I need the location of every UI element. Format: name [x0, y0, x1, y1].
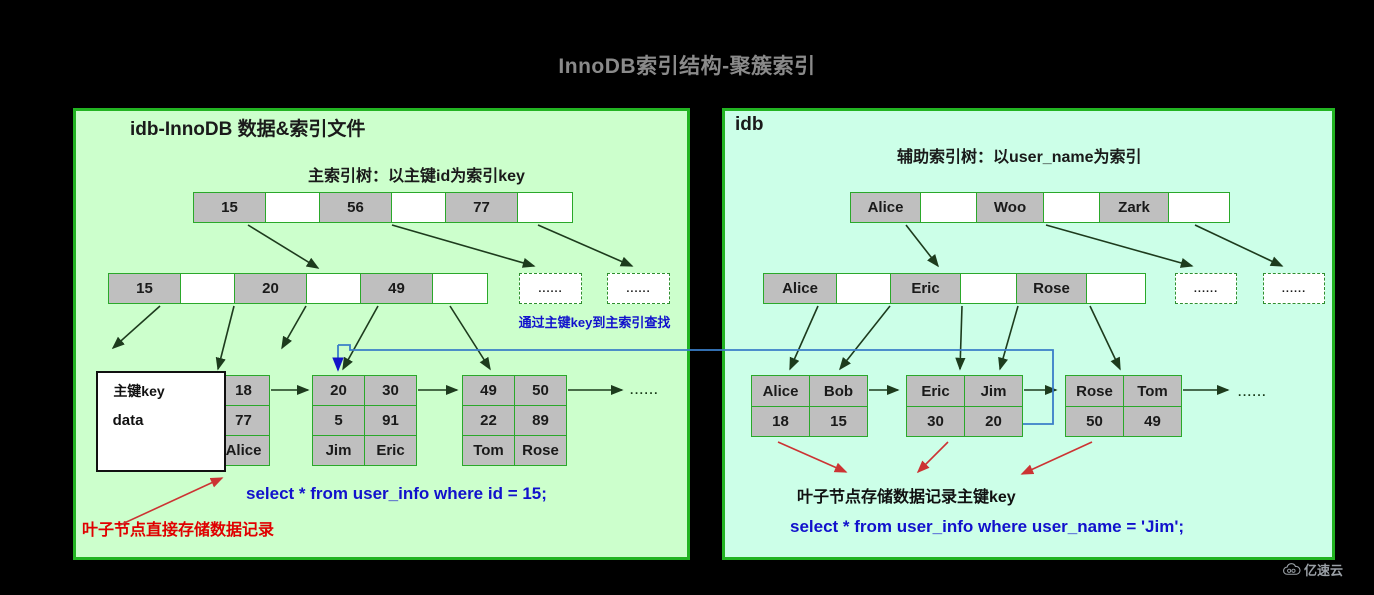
leaf-name-cell: Bob: [810, 376, 867, 407]
leaf-name-cell: Alice: [752, 376, 810, 407]
leaf-data-cell: 5: [313, 406, 365, 436]
leaf-row: 5 91: [313, 406, 416, 436]
leaf-row: 20 30: [313, 376, 416, 406]
node-key-cell: Zark: [1100, 193, 1169, 222]
leaf-row: Eric Jim: [907, 376, 1022, 407]
leaf-data-cell: 89: [515, 406, 566, 436]
right-panel-subtitle: 辅助索引树：以user_name为索引: [897, 149, 1142, 166]
leaf-pk-cell: 20: [965, 407, 1022, 436]
leaf-key-cell: 50: [515, 376, 566, 406]
node-pointer-cell: [433, 274, 487, 303]
node-key-cell: Alice: [764, 274, 837, 303]
leaf-row: Rose Tom: [1066, 376, 1181, 407]
leaf-key-cell: 49: [463, 376, 515, 406]
primary-lookup-note: 通过主键key到主索引查找: [518, 315, 671, 330]
secondary-leaf-node: Alice Bob 18 15: [751, 375, 868, 437]
primary-internal-node: 15 20 49: [108, 273, 488, 304]
leaf-key-cell: 30: [365, 376, 416, 406]
secondary-internal-node-ellipsis: ......: [1175, 273, 1237, 304]
leaf-name-cell: Jim: [965, 376, 1022, 407]
callout-data-label: data: [112, 412, 144, 429]
right-panel-title: idb: [735, 114, 764, 135]
secondary-leaf-node: Eric Jim 30 20: [906, 375, 1023, 437]
node-key-cell: 77: [446, 193, 518, 222]
leaf-data-cell: Tom: [463, 436, 515, 465]
primary-sql-statement: select * from user_info where id = 15;: [246, 484, 547, 503]
secondary-internal-node: Alice Eric Rose: [763, 273, 1146, 304]
leaf-row: 22 89: [463, 406, 566, 436]
primary-internal-node-ellipsis: ......: [519, 273, 582, 304]
node-key-cell: Alice: [851, 193, 921, 222]
secondary-leaf-tail-ellipsis: ......: [1238, 385, 1268, 399]
node-key-cell: 20: [235, 274, 307, 303]
cloud-icon: [1283, 563, 1301, 575]
node-pointer-cell: [181, 274, 235, 303]
leaf-data-cell: Eric: [365, 436, 416, 465]
left-panel-title: idb-InnoDB 数据&索引文件: [130, 119, 366, 140]
primary-leaf-note: 叶子节点直接存储数据记录: [82, 522, 275, 539]
secondary-leaf-node: Rose Tom 50 49: [1065, 375, 1182, 437]
watermark: 亿速云: [1282, 560, 1343, 579]
node-key-cell: Eric: [891, 274, 961, 303]
leaf-pk-cell: 50: [1066, 407, 1124, 436]
leaf-row: Alice Bob: [752, 376, 867, 407]
node-pointer-cell: [961, 274, 1017, 303]
leaf-data-cell: Rose: [515, 436, 566, 465]
node-pointer-cell: [266, 193, 320, 222]
leaf-row: 50 49: [1066, 407, 1181, 436]
node-key-cell: 15: [109, 274, 181, 303]
leaf-data-cell: 91: [365, 406, 416, 436]
leaf-pk-cell: 15: [810, 407, 867, 436]
node-pointer-cell: [1044, 193, 1100, 222]
node-pointer-cell: [518, 193, 572, 222]
secondary-internal-node-ellipsis: ......: [1263, 273, 1325, 304]
leaf-row: Tom Rose: [463, 436, 566, 465]
left-panel-subtitle: 主索引树：以主键id为索引key: [308, 168, 525, 185]
leaf-pk-cell: 49: [1124, 407, 1181, 436]
leaf-pk-cell: 18: [752, 407, 810, 436]
secondary-root-node: Alice Woo Zark: [850, 192, 1230, 223]
primary-leaf-node: 49 50 22 89 Tom Rose: [462, 375, 567, 466]
node-pointer-cell: [1087, 274, 1145, 303]
node-pointer-cell: [1169, 193, 1229, 222]
node-pointer-cell: [307, 274, 361, 303]
primary-internal-node-ellipsis: ......: [607, 273, 670, 304]
leaf-row: 49 50: [463, 376, 566, 406]
secondary-leaf-note: 叶子节点存储数据记录主键key: [797, 489, 1016, 506]
leaf-pk-cell: 30: [907, 407, 965, 436]
leaf-data-cell: Jim: [313, 436, 365, 465]
node-pointer-cell: [837, 274, 891, 303]
leaf-name-cell: Rose: [1066, 376, 1124, 407]
leaf-row: Jim Eric: [313, 436, 416, 465]
leaf-name-cell: Eric: [907, 376, 965, 407]
leaf-key-cell: 20: [313, 376, 365, 406]
diagram-canvas: InnoDB索引结构-聚簇索引 idb-InnoDB 数据&索引文件 主索引树：…: [0, 0, 1374, 595]
leaf-name-cell: Tom: [1124, 376, 1181, 407]
primary-root-node: 15 56 77: [193, 192, 573, 223]
watermark-text: 亿速云: [1304, 563, 1344, 578]
primary-leaf-tail-ellipsis: ......: [630, 383, 660, 397]
leaf-data-cell: 22: [463, 406, 515, 436]
primary-leaf-node: 20 30 5 91 Jim Eric: [312, 375, 417, 466]
page-title: InnoDB索引结构-聚簇索引: [558, 55, 816, 78]
secondary-sql-statement: select * from user_info where user_name …: [790, 517, 1185, 536]
leaf-row: 30 20: [907, 407, 1022, 436]
node-key-cell: 49: [361, 274, 433, 303]
leaf-row: 18 15: [752, 407, 867, 436]
node-pointer-cell: [392, 193, 446, 222]
node-pointer-cell: [921, 193, 977, 222]
node-key-cell: 15: [194, 193, 266, 222]
node-key-cell: Rose: [1017, 274, 1087, 303]
node-key-cell: 56: [320, 193, 392, 222]
node-key-cell: Woo: [977, 193, 1044, 222]
callout-primary-key-label: 主键key: [113, 383, 165, 399]
